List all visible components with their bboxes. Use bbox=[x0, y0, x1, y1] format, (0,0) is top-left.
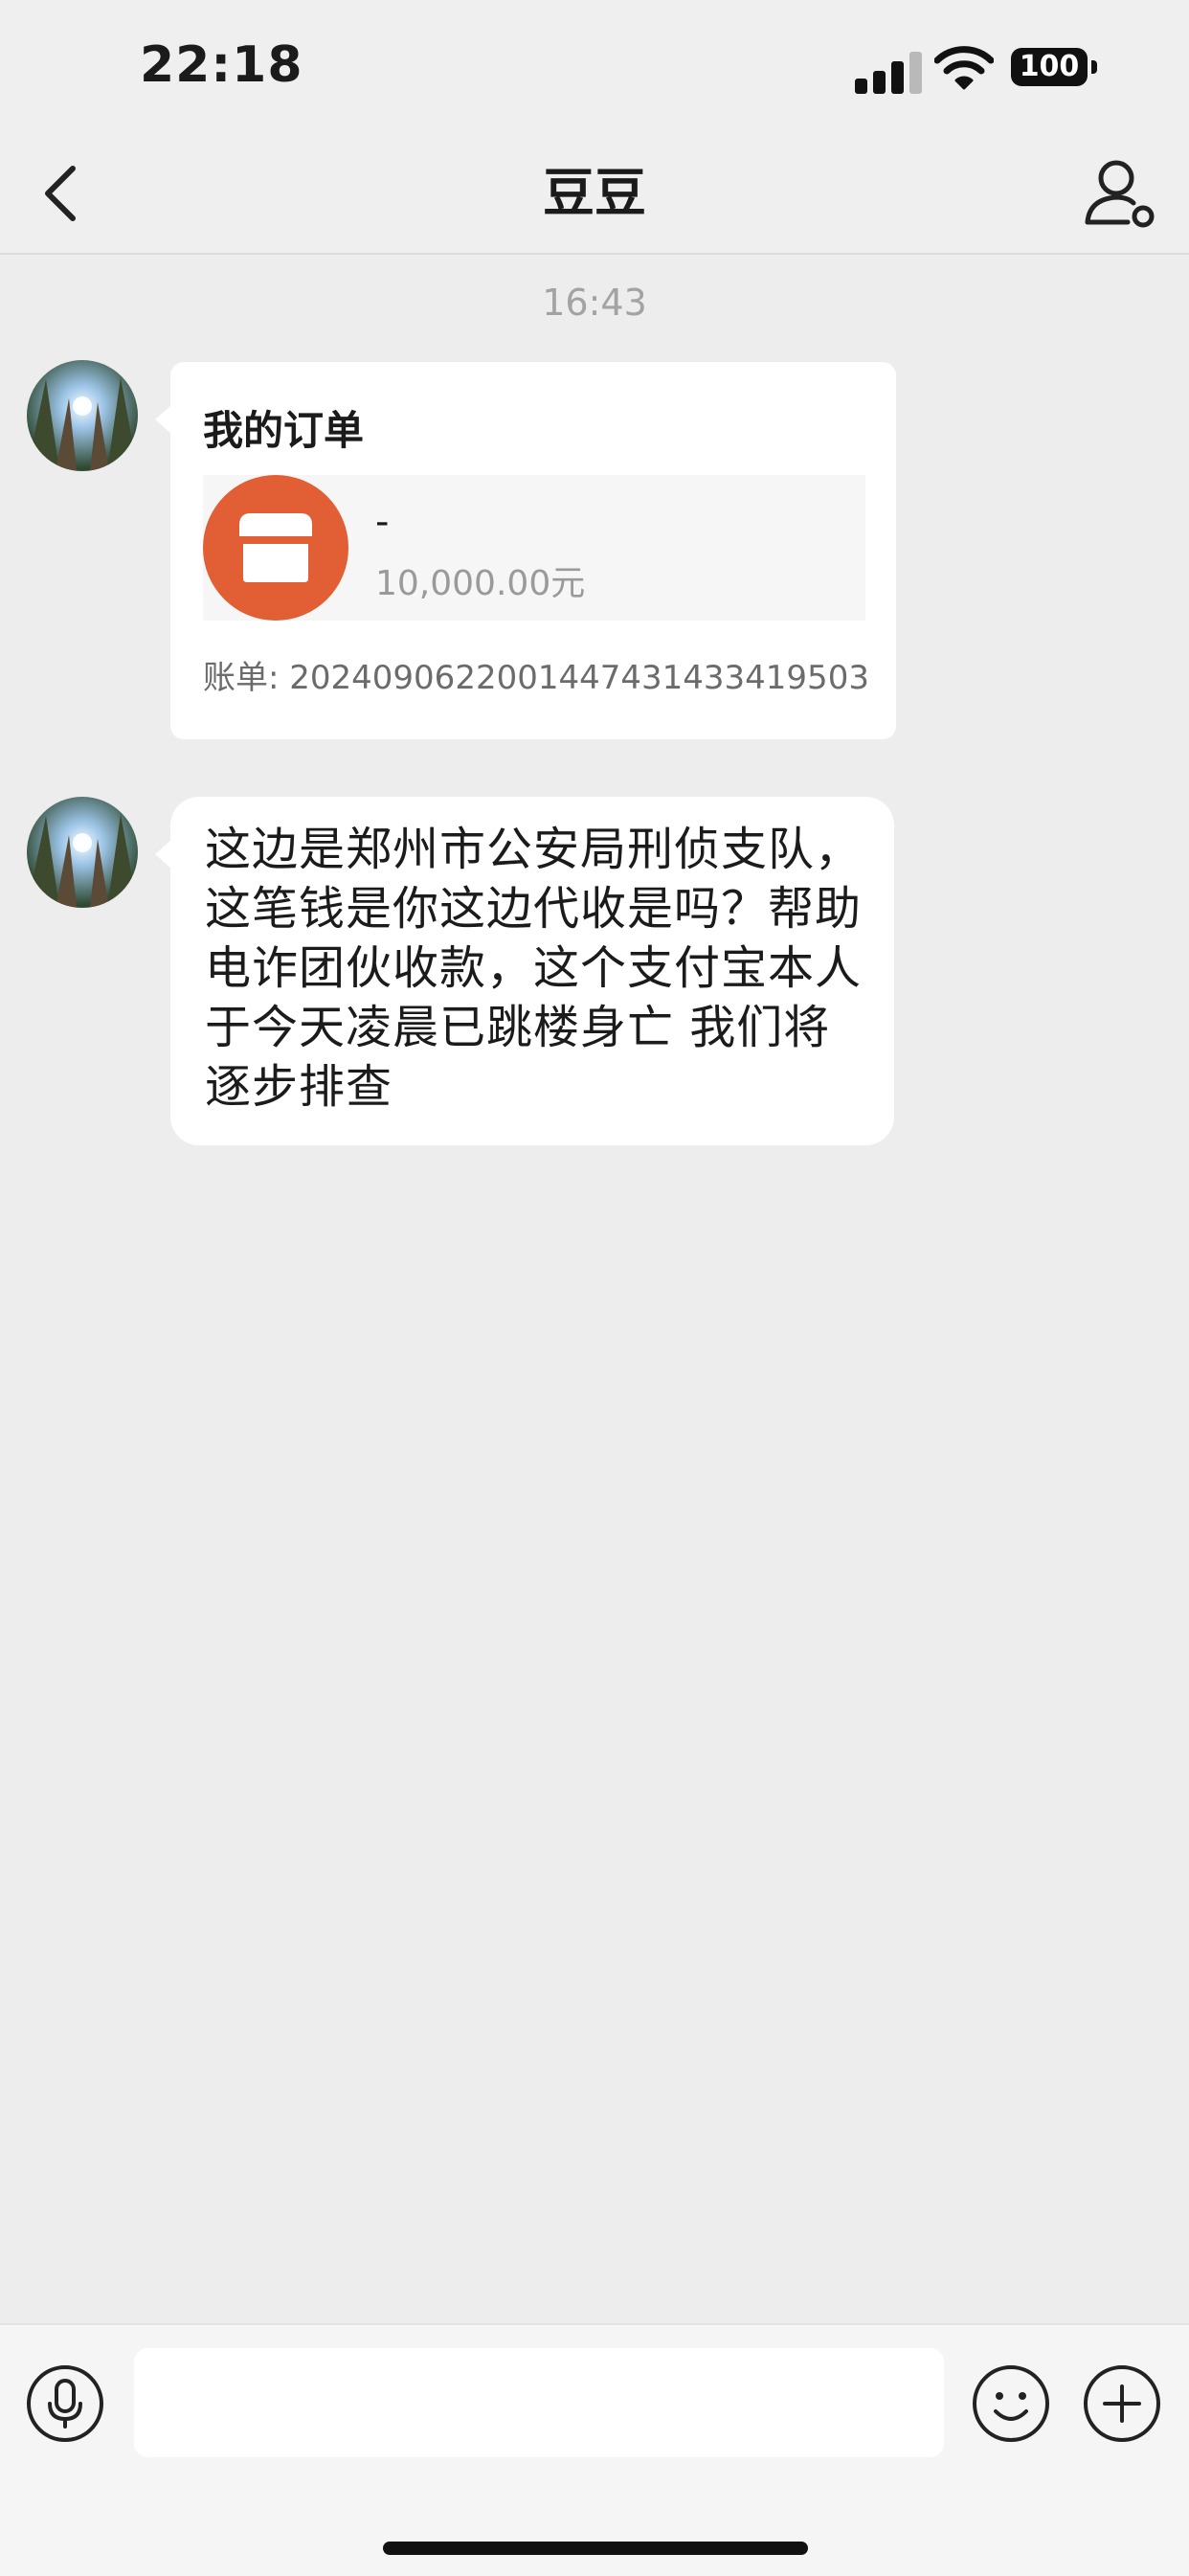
input-bar bbox=[0, 2323, 1189, 2576]
microphone-icon[interactable] bbox=[25, 2363, 105, 2444]
order-item[interactable]: - 10,000.00元 bbox=[203, 475, 865, 621]
chat-title: 豆豆 bbox=[543, 163, 646, 223]
nav-bar: 豆豆 bbox=[0, 134, 1189, 255]
bubble-tail bbox=[155, 404, 172, 435]
home-indicator[interactable] bbox=[383, 2542, 808, 2555]
wifi-icon bbox=[934, 46, 994, 90]
chat-area[interactable]: 16:43 我的订单 - 10,000.00元 账单: 202409062200… bbox=[0, 255, 1189, 2323]
plus-icon[interactable] bbox=[1082, 2363, 1162, 2444]
message-timestamp: 16:43 bbox=[542, 282, 647, 324]
emoji-icon[interactable] bbox=[971, 2363, 1051, 2444]
battery-icon: 100 bbox=[1011, 48, 1088, 86]
item-name: - bbox=[375, 500, 390, 544]
bubble-tail bbox=[155, 839, 172, 870]
text-message-bubble[interactable]: 这边是郑州市公安局刑侦支队，这笔钱是你这边代收是吗？帮助电诈团伙收款，这个支付宝… bbox=[155, 797, 894, 1145]
battery-level: 100 bbox=[1019, 50, 1080, 83]
order-title: 我的订单 bbox=[203, 407, 365, 454]
status-time: 22:18 bbox=[140, 36, 303, 94]
order-bill-number: 账单: 20240906220014474314334195​03 bbox=[203, 659, 869, 697]
message-text: 这边是郑州市公安局刑侦支队，这笔钱是你这边代收是吗？帮助电诈团伙收款，这个支付宝… bbox=[205, 823, 863, 1114]
shop-icon bbox=[203, 475, 348, 621]
order-card[interactable]: 我的订单 - 10,000.00元 账单: 202409062200144743… bbox=[155, 362, 896, 739]
avatar[interactable] bbox=[27, 360, 138, 471]
person-settings-icon[interactable] bbox=[1078, 155, 1164, 232]
signal-icon bbox=[855, 50, 922, 94]
avatar[interactable] bbox=[27, 797, 138, 908]
status-bar: 22:18 100 bbox=[0, 0, 1189, 134]
message-input[interactable] bbox=[134, 2348, 944, 2457]
item-price: 10,000.00元 bbox=[375, 564, 586, 603]
battery-cap bbox=[1091, 60, 1097, 74]
